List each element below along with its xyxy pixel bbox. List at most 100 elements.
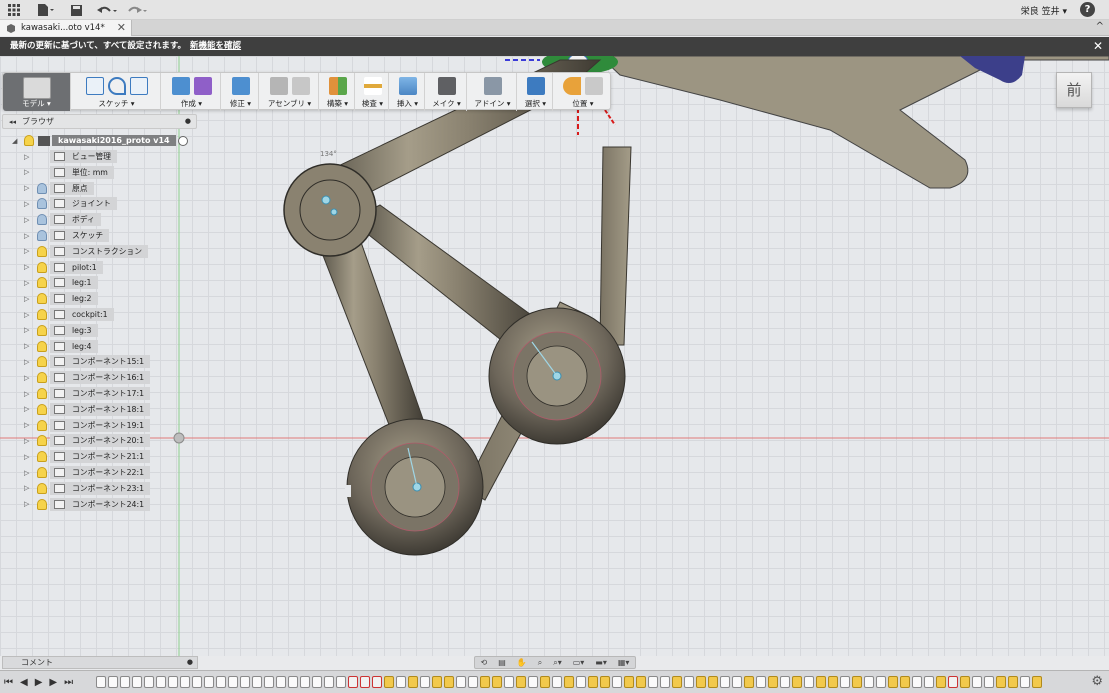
expand-triangle-icon[interactable]: ▷ bbox=[24, 153, 34, 161]
chevron-up-icon[interactable]: ^ bbox=[1096, 21, 1104, 32]
timeline-feature-icon[interactable] bbox=[768, 676, 778, 688]
form-icon[interactable] bbox=[193, 77, 212, 95]
3d-print-icon[interactable] bbox=[437, 77, 456, 95]
addins-menu[interactable]: アドイン ▾ bbox=[469, 73, 517, 111]
browser-item[interactable]: ▷ cockpit:1 bbox=[24, 308, 114, 321]
browser-item-node[interactable]: leg:1 bbox=[50, 276, 98, 290]
browser-item-node[interactable]: コンポーネント19:1 bbox=[50, 418, 151, 432]
browser-item[interactable]: ▷ コンストラクション bbox=[24, 244, 149, 258]
browser-item-node[interactable]: 原点 bbox=[50, 181, 94, 195]
revert-position-icon[interactable] bbox=[585, 77, 603, 95]
save-icon[interactable] bbox=[69, 2, 83, 18]
pan-hand-icon[interactable]: ✋ bbox=[517, 658, 527, 667]
timeline-feature-icon[interactable] bbox=[504, 676, 514, 688]
measure-icon[interactable] bbox=[363, 77, 382, 95]
timeline-feature-icon[interactable] bbox=[720, 676, 730, 688]
viewcube-front[interactable]: 前 bbox=[1056, 72, 1092, 108]
timeline-feature-icon[interactable] bbox=[408, 676, 418, 688]
visibility-bulb-icon[interactable] bbox=[37, 245, 47, 257]
timeline-feature-icon[interactable] bbox=[384, 676, 394, 688]
timeline-feature-icon[interactable] bbox=[948, 676, 958, 688]
activate-radio-icon[interactable] bbox=[177, 135, 188, 146]
comment-panel[interactable]: コメント ● bbox=[2, 656, 198, 669]
timeline-feature-icon[interactable] bbox=[744, 676, 754, 688]
browser-item[interactable]: ▷ 原点 bbox=[24, 181, 94, 195]
visibility-bulb-icon[interactable] bbox=[37, 435, 47, 447]
timeline-feature-icon[interactable] bbox=[912, 676, 922, 688]
timeline-feature-icon[interactable] bbox=[300, 676, 310, 688]
visibility-bulb-icon[interactable] bbox=[37, 356, 47, 368]
look-at-icon[interactable]: ▤ bbox=[498, 658, 506, 667]
expand-triangle-icon[interactable]: ▷ bbox=[24, 437, 34, 445]
browser-item[interactable]: ▷ コンポーネント15:1 bbox=[24, 355, 151, 369]
timeline-feature-icon[interactable] bbox=[996, 676, 1006, 688]
expand-triangle-icon[interactable]: ▷ bbox=[24, 216, 34, 224]
browser-item-node[interactable]: コンポーネント23:1 bbox=[50, 481, 151, 495]
timeline-feature-icon[interactable] bbox=[1032, 676, 1042, 688]
rectangle-icon[interactable] bbox=[129, 77, 148, 95]
insert-image-icon[interactable] bbox=[398, 77, 417, 95]
visibility-bulb-icon[interactable] bbox=[37, 388, 47, 399]
expand-triangle-icon[interactable]: ▷ bbox=[24, 374, 34, 382]
step-back-icon[interactable]: ◀ bbox=[20, 677, 28, 688]
timeline-feature-icon[interactable] bbox=[156, 676, 166, 688]
timeline-feature-icon[interactable] bbox=[240, 676, 250, 688]
document-tab[interactable]: kawasaki...oto v14* ✕ bbox=[0, 20, 132, 36]
arc-icon[interactable] bbox=[107, 77, 126, 95]
play-icon[interactable]: ▶ bbox=[35, 677, 43, 688]
browser-item-node[interactable]: コンポーネント16:1 bbox=[50, 371, 151, 385]
visibility-bulb-icon[interactable] bbox=[37, 309, 47, 320]
browser-item-node[interactable]: leg:3 bbox=[50, 323, 98, 337]
timeline-feature-icon[interactable] bbox=[120, 676, 130, 688]
timeline-feature-icon[interactable] bbox=[372, 676, 382, 688]
browser-item[interactable]: ▷ leg:4 bbox=[24, 339, 98, 353]
visibility-bulb-icon[interactable] bbox=[37, 198, 47, 210]
browser-item-node[interactable]: コンストラクション bbox=[50, 244, 149, 258]
timeline-feature-icon[interactable] bbox=[420, 676, 430, 688]
browser-item[interactable]: ▷ スケッチ bbox=[24, 229, 110, 242]
timeline-feature-icon[interactable] bbox=[396, 676, 406, 688]
browser-item[interactable]: ▷ leg:3 bbox=[24, 323, 98, 337]
timeline-feature-icon[interactable] bbox=[636, 676, 646, 688]
browser-item-node[interactable]: leg:4 bbox=[50, 339, 98, 353]
timeline-feature-icon[interactable] bbox=[324, 676, 334, 688]
timeline-feature-icon[interactable] bbox=[624, 676, 634, 688]
browser-item-node[interactable]: コンポーネント17:1 bbox=[50, 387, 151, 400]
timeline-feature-icon[interactable] bbox=[888, 676, 898, 688]
visibility-bulb-icon[interactable] bbox=[37, 340, 47, 352]
browser-item-node[interactable]: cockpit:1 bbox=[50, 308, 114, 321]
browser-item[interactable]: ▷ コンポーネント18:1 bbox=[24, 402, 151, 416]
timeline-feature-icon[interactable] bbox=[960, 676, 970, 688]
zoom-icon[interactable]: ⌕ bbox=[538, 658, 542, 668]
timeline-feature-icon[interactable] bbox=[696, 676, 706, 688]
browser-item[interactable]: ▷ コンポーネント22:1 bbox=[24, 466, 151, 479]
browser-item[interactable]: ▷ コンポーネント19:1 bbox=[24, 418, 151, 432]
timeline-feature-icon[interactable] bbox=[168, 676, 178, 688]
sketch-menu[interactable]: スケッチ ▾ bbox=[73, 73, 161, 111]
browser-item-node[interactable]: コンポーネント18:1 bbox=[50, 402, 151, 416]
timeline-feature-icon[interactable] bbox=[432, 676, 442, 688]
go-to-start-icon[interactable]: ⏮ bbox=[4, 677, 13, 688]
timeline-feature-icon[interactable] bbox=[204, 676, 214, 688]
select-menu[interactable]: 選択 ▾ bbox=[519, 73, 553, 111]
timeline-feature-icon[interactable] bbox=[132, 676, 142, 688]
grid-settings-icon[interactable]: ▦▾ bbox=[618, 658, 630, 667]
timeline-feature-icon[interactable] bbox=[216, 676, 226, 688]
browser-item[interactable]: ▷ leg:2 bbox=[24, 292, 98, 306]
expand-triangle-icon[interactable]: ▷ bbox=[24, 311, 34, 319]
visibility-bulb-icon[interactable] bbox=[37, 277, 47, 289]
expand-triangle-icon[interactable]: ▷ bbox=[24, 358, 34, 366]
visibility-bulb-icon[interactable] bbox=[37, 467, 47, 478]
browser-item[interactable]: ▷ コンポーネント24:1 bbox=[24, 497, 151, 511]
browser-item-node[interactable]: コンポーネント22:1 bbox=[50, 466, 151, 479]
insert-menu[interactable]: 挿入 ▾ bbox=[391, 73, 425, 111]
timeline-feature-icon[interactable] bbox=[516, 676, 526, 688]
timeline-feature-icon[interactable] bbox=[924, 676, 934, 688]
timeline-feature-icon[interactable] bbox=[564, 676, 574, 688]
position-menu[interactable]: 位置 ▾ bbox=[555, 73, 611, 111]
visibility-bulb-icon[interactable] bbox=[37, 261, 47, 273]
timeline-feature-icon[interactable] bbox=[180, 676, 190, 688]
visibility-bulb-icon[interactable] bbox=[37, 419, 47, 431]
browser-item-node[interactable]: pilot:1 bbox=[50, 260, 103, 274]
timeline-feature-icon[interactable] bbox=[276, 676, 286, 688]
